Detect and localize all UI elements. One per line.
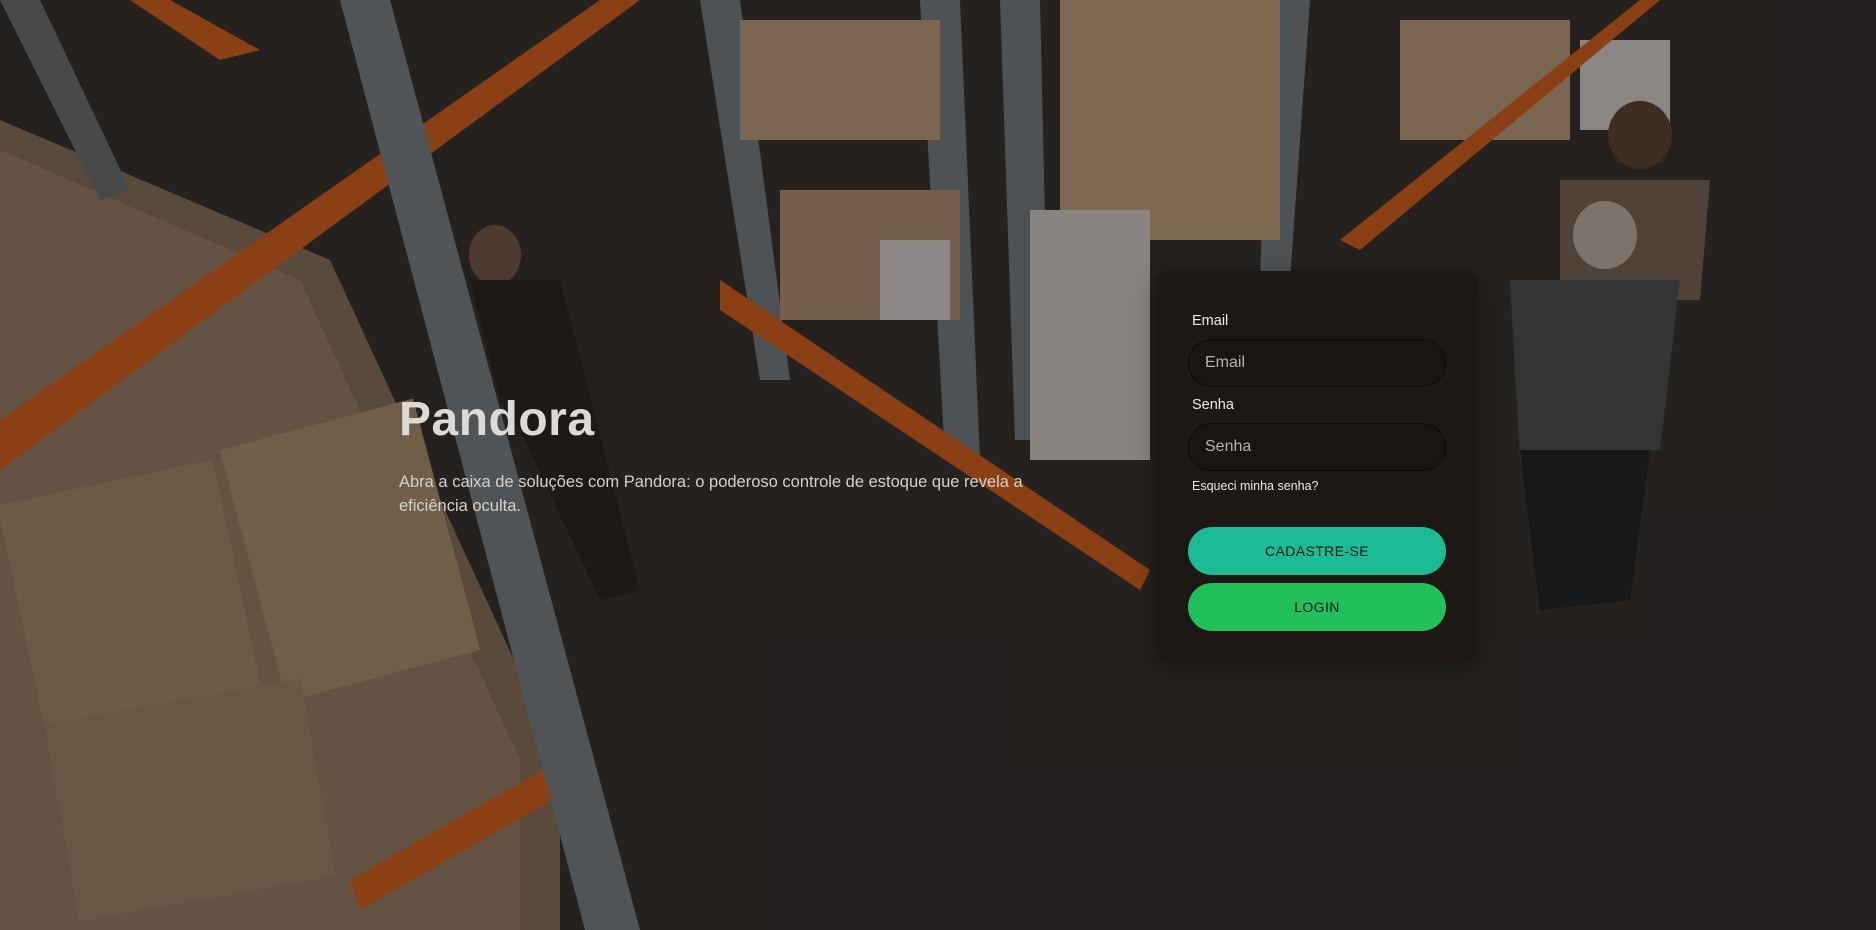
hero-section: Pandora Abra a caixa de soluções com Pan… xyxy=(399,390,1059,518)
password-input[interactable] xyxy=(1188,423,1446,471)
app-title: Pandora xyxy=(399,393,595,446)
login-page: Pandora Abra a caixa de soluções com Pan… xyxy=(0,0,1876,930)
app-description: Abra a caixa de soluções com Pandora: o … xyxy=(399,473,1023,515)
login-button[interactable]: LOGIN xyxy=(1188,583,1446,631)
email-input[interactable] xyxy=(1188,339,1446,387)
forgot-password-link[interactable]: Esqueci minha senha? xyxy=(1192,479,1318,493)
register-button[interactable]: CADASTRE-SE xyxy=(1188,527,1446,575)
password-label: Senha xyxy=(1192,397,1234,413)
login-card: Email Senha Esqueci minha senha? CADASTR… xyxy=(1156,271,1478,661)
email-label: Email xyxy=(1192,313,1229,329)
